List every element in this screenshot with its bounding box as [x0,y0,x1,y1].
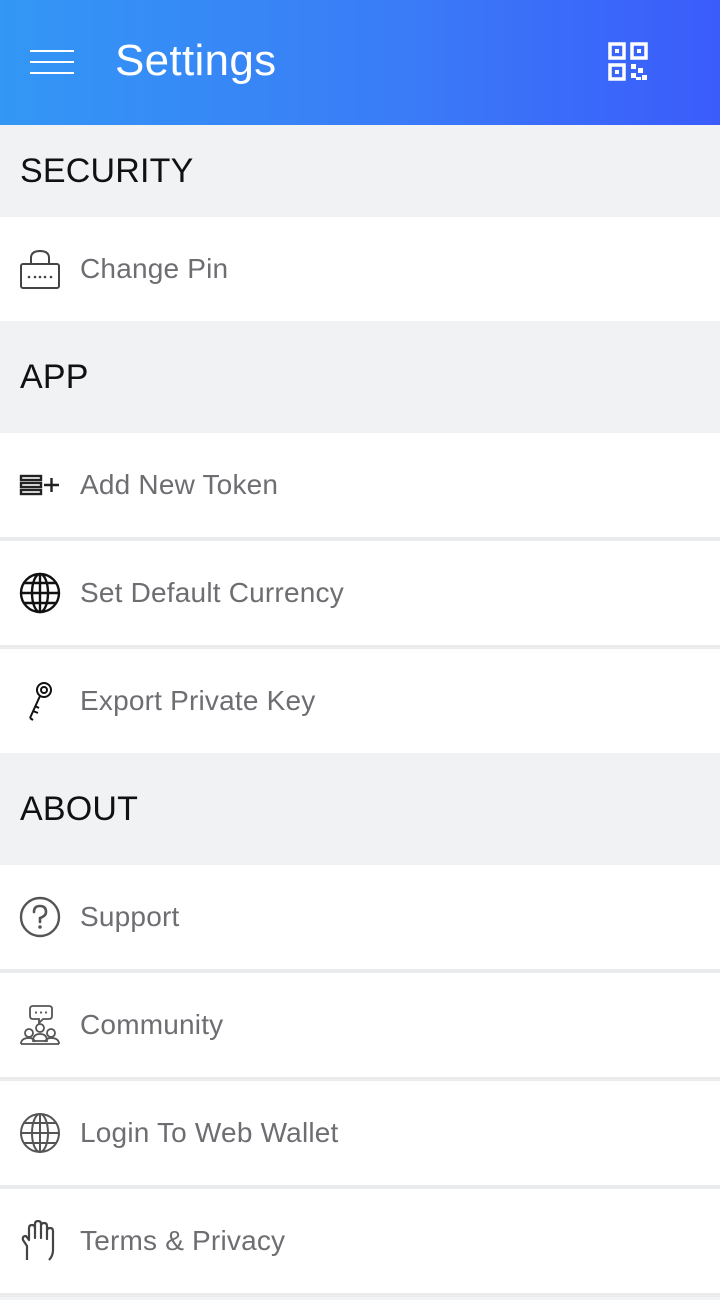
globe-icon [19,1112,61,1154]
settings-item-label: Export Private Key [80,685,316,716]
menu-button[interactable] [30,50,75,76]
settings-item-label: Support [80,901,180,932]
settings-item-label: Terms & Privacy [80,1225,286,1256]
app-bar: Settings [0,0,720,125]
settings-item-change-pin[interactable]: Change Pin [0,217,720,321]
settings-item-set-default-currency[interactable]: Set Default Currency [0,541,720,649]
key-icon [19,680,61,722]
settings-item-add-new-token[interactable]: Add New Token [0,433,720,541]
settings-item-terms-privacy[interactable]: Terms & Privacy [0,1189,720,1297]
section-header-about: ABOUT [20,789,139,828]
qr-code-icon [608,42,648,81]
question-circle-icon [19,896,61,938]
hand-icon [19,1220,61,1262]
add-list-icon [19,464,61,506]
settings-item-login-web-wallet[interactable]: Login To Web Wallet [0,1081,720,1189]
settings-item-export-private-key[interactable]: Export Private Key [0,649,720,753]
settings-item-label: Community [80,1009,224,1040]
hamburger-menu-icon [30,50,74,52]
settings-item-label: Set Default Currency [80,577,344,608]
settings-item-label: Change Pin [80,253,229,284]
globe-icon [19,572,61,614]
settings-item-label: Add New Token [80,469,279,500]
lock-icon [19,248,61,290]
section-header-app: APP [20,357,89,396]
settings-item-support[interactable]: Support [0,865,720,973]
hamburger-line [30,72,74,74]
section-header-security: SECURITY [20,151,194,190]
community-icon [19,1004,61,1046]
hamburger-line [30,61,74,63]
page-title: Settings [115,36,277,85]
settings-item-community[interactable]: Community [0,973,720,1081]
qr-code-button[interactable] [608,42,650,82]
settings-item-label: Login To Web Wallet [80,1117,339,1148]
